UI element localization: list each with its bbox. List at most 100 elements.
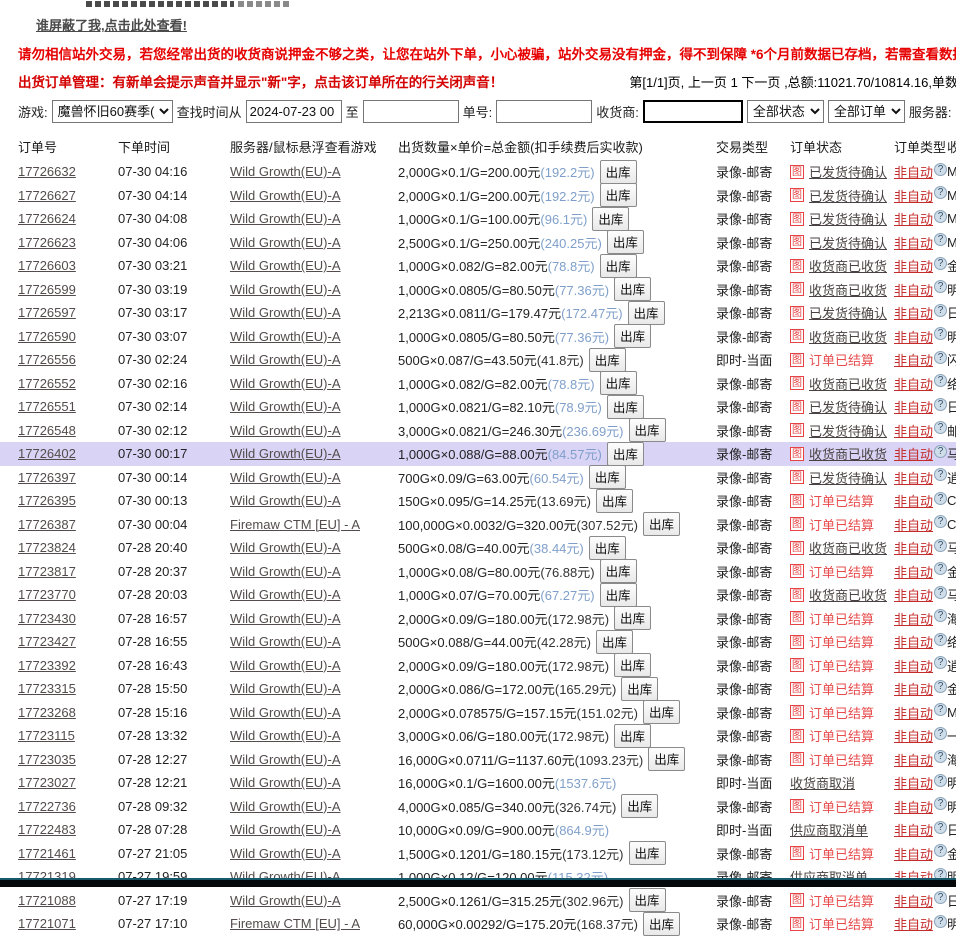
order-type-link[interactable]: 非自动 xyxy=(894,847,933,862)
help-icon[interactable]: ? xyxy=(934,915,947,928)
order-no-link[interactable]: 17726395 xyxy=(18,493,76,508)
server-link[interactable]: Wild Growth(EU)-A xyxy=(230,611,341,626)
outbound-button[interactable]: 出库 xyxy=(629,841,666,865)
order-status-link[interactable]: 已发货待确认 xyxy=(809,186,887,205)
screenshot-image-icon[interactable]: 图 xyxy=(790,447,804,461)
outbound-button[interactable]: 出库 xyxy=(614,277,651,301)
order-no-link[interactable]: 17726603 xyxy=(18,258,76,273)
server-link[interactable]: Wild Growth(EU)-A xyxy=(230,893,341,908)
server-link[interactable]: Wild Growth(EU)-A xyxy=(230,799,341,814)
outbound-button[interactable]: 出库 xyxy=(621,677,658,701)
order-type-link[interactable]: 非自动 xyxy=(894,236,933,251)
order-type-link[interactable]: 非自动 xyxy=(894,471,933,486)
order-no-link[interactable]: 17726397 xyxy=(18,470,76,485)
order-status-link[interactable]: 订单已结算 xyxy=(809,609,874,628)
server-link[interactable]: Wild Growth(EU)-A xyxy=(230,634,341,649)
order-no-link[interactable]: 17726623 xyxy=(18,235,76,250)
table-row[interactable]: 1772146107-27 21:05Wild Growth(EU)-A1,50… xyxy=(0,842,956,866)
order-no-link[interactable]: 17722736 xyxy=(18,799,76,814)
prev-page-link[interactable]: 上一页 xyxy=(688,75,727,90)
screenshot-image-icon[interactable]: 图 xyxy=(790,635,804,649)
help-icon[interactable]: ? xyxy=(934,844,947,857)
order-no-input[interactable] xyxy=(496,100,592,123)
screenshot-image-icon[interactable]: 图 xyxy=(790,517,804,531)
server-link[interactable]: Wild Growth(EU)-A xyxy=(230,282,341,297)
order-type-link[interactable]: 非自动 xyxy=(894,259,933,274)
outbound-button[interactable]: 出库 xyxy=(589,536,626,560)
order-no-link[interactable]: 17723770 xyxy=(18,587,76,602)
time-to-input[interactable] xyxy=(363,100,459,123)
order-type-link[interactable]: 非自动 xyxy=(894,424,933,439)
server-link[interactable]: Wild Growth(EU)-A xyxy=(230,681,341,696)
server-link[interactable]: Wild Growth(EU)-A xyxy=(230,470,341,485)
screenshot-image-icon[interactable]: 图 xyxy=(790,400,804,414)
outbound-button[interactable]: 出库 xyxy=(648,747,685,771)
order-status-link[interactable]: 已发货待确认 xyxy=(809,162,887,181)
screenshot-image-icon[interactable]: 图 xyxy=(790,470,804,484)
order-no-link[interactable]: 17721071 xyxy=(18,916,76,931)
screenshot-image-icon[interactable]: 图 xyxy=(790,329,804,343)
server-link[interactable]: Firemaw CTM [EU] - A xyxy=(230,517,360,532)
table-row[interactable]: 1772659707-30 03:17Wild Growth(EU)-A2,21… xyxy=(0,301,956,325)
order-type-link[interactable]: 非自动 xyxy=(894,823,933,838)
outbound-button[interactable]: 出库 xyxy=(614,324,651,348)
time-from-input[interactable] xyxy=(246,100,342,123)
server-link[interactable]: Wild Growth(EU)-A xyxy=(230,399,341,414)
server-link[interactable]: Firemaw CTM [EU] - A xyxy=(230,916,360,931)
next-page-link[interactable]: 下一页 xyxy=(741,75,780,90)
screenshot-image-icon[interactable]: 图 xyxy=(790,541,804,555)
help-icon[interactable]: ? xyxy=(934,656,947,669)
order-status-link[interactable]: 供应商取消单 xyxy=(790,820,868,839)
order-status-link[interactable]: 订单已结算 xyxy=(809,914,874,933)
help-icon[interactable]: ? xyxy=(934,515,947,528)
order-status-link[interactable]: 收货商已收货 xyxy=(809,374,887,393)
help-icon[interactable]: ? xyxy=(934,186,947,199)
help-icon[interactable]: ? xyxy=(934,680,947,693)
order-type-link[interactable]: 非自动 xyxy=(894,588,933,603)
outbound-button[interactable]: 出库 xyxy=(629,888,666,912)
help-icon[interactable]: ? xyxy=(934,891,947,904)
screenshot-image-icon[interactable]: 图 xyxy=(790,729,804,743)
table-row[interactable]: 1772107107-27 17:10Firemaw CTM [EU] - A6… xyxy=(0,912,956,936)
order-type-link[interactable]: 非自动 xyxy=(894,353,933,368)
help-icon[interactable]: ? xyxy=(934,445,947,458)
table-row[interactable]: 1772660307-30 03:21Wild Growth(EU)-A1,00… xyxy=(0,254,956,278)
order-no-link[interactable]: 17721461 xyxy=(18,846,76,861)
table-row[interactable]: 1772663207-30 04:16Wild Growth(EU)-A2,00… xyxy=(0,160,956,184)
help-icon[interactable]: ? xyxy=(934,468,947,481)
help-icon[interactable]: ? xyxy=(934,257,947,270)
server-link[interactable]: Wild Growth(EU)-A xyxy=(230,164,341,179)
server-link[interactable]: Wild Growth(EU)-A xyxy=(230,658,341,673)
order-status-link[interactable]: 订单已结算 xyxy=(809,515,874,534)
order-type-link[interactable]: 非自动 xyxy=(894,189,933,204)
table-row[interactable]: 1772639507-30 00:13Wild Growth(EU)-A150G… xyxy=(0,489,956,513)
help-icon[interactable]: ? xyxy=(934,210,947,223)
outbound-button[interactable]: 出库 xyxy=(643,512,680,536)
order-no-link[interactable]: 17723427 xyxy=(18,634,76,649)
order-status-link[interactable]: 收货商已收货 xyxy=(809,327,887,346)
table-row[interactable]: 1772343007-28 16:57Wild Growth(EU)-A2,00… xyxy=(0,607,956,631)
table-row[interactable]: 1772638707-30 00:04Firemaw CTM [EU] - A1… xyxy=(0,513,956,537)
order-status-link[interactable]: 订单已结算 xyxy=(809,350,874,369)
help-icon[interactable]: ? xyxy=(934,280,947,293)
order-status-link[interactable]: 订单已结算 xyxy=(809,656,874,675)
help-icon[interactable]: ? xyxy=(934,374,947,387)
table-row[interactable]: 1772662407-30 04:08Wild Growth(EU)-A1,00… xyxy=(0,207,956,231)
outbound-button[interactable]: 出库 xyxy=(614,724,651,748)
order-no-link[interactable]: 17723817 xyxy=(18,564,76,579)
screenshot-image-icon[interactable]: 图 xyxy=(790,306,804,320)
server-link[interactable]: Wild Growth(EU)-A xyxy=(230,211,341,226)
order-status-link[interactable]: 订单已结算 xyxy=(809,891,874,910)
order-type-link[interactable]: 非自动 xyxy=(894,165,933,180)
outbound-button[interactable]: 出库 xyxy=(643,700,680,724)
help-icon[interactable]: ? xyxy=(934,633,947,646)
order-type-link[interactable]: 非自动 xyxy=(894,330,933,345)
order-type-link[interactable]: 非自动 xyxy=(894,283,933,298)
order-status-link[interactable]: 收货商已收货 xyxy=(809,585,887,604)
screenshot-image-icon[interactable]: 图 xyxy=(790,564,804,578)
outbound-button[interactable]: 出库 xyxy=(614,653,651,677)
order-status-link[interactable]: 订单已结算 xyxy=(809,703,874,722)
receiver-input[interactable] xyxy=(643,100,743,123)
who-blocked-me-link[interactable]: 谁屏蔽了我,点击此处查看! xyxy=(36,18,187,33)
screenshot-image-icon[interactable]: 图 xyxy=(790,353,804,367)
